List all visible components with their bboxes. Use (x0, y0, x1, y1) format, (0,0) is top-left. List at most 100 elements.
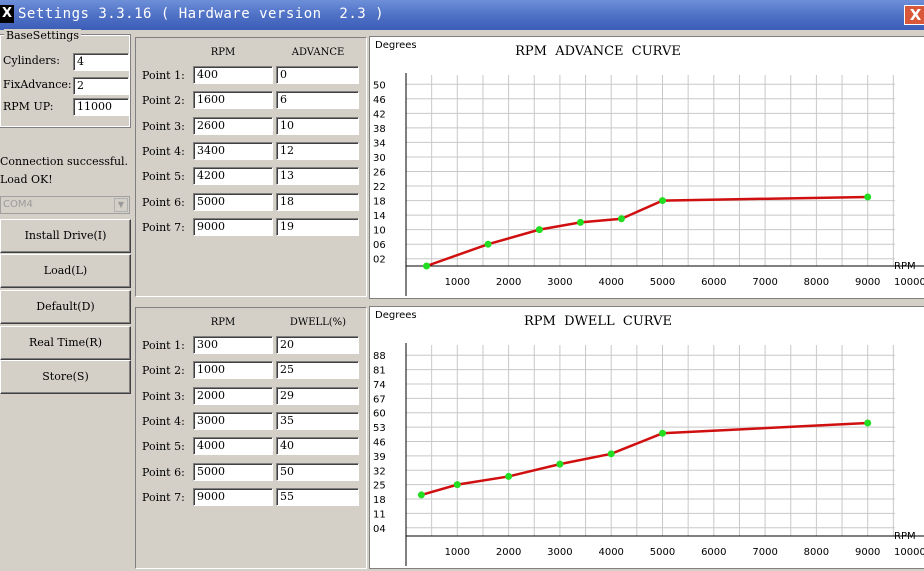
dwell-rpm-header: RPM (210, 317, 236, 328)
dwell-rpm-input[interactable]: 4000 (193, 437, 273, 456)
y-tick-label: 53 (373, 423, 386, 434)
advance-point-label: Point 4: (142, 144, 185, 158)
advance-point-label: Point 5: (142, 170, 185, 184)
dwell-point-label: Point 1: (142, 339, 185, 352)
x-axis-label: RPM (894, 531, 916, 542)
fix-advance-input[interactable]: 2 (73, 77, 129, 95)
advance-rpm-input[interactable]: 9000 (193, 217, 273, 236)
advance-rpm-input[interactable]: 5000 (193, 192, 273, 211)
data-point (423, 262, 431, 270)
x-tick-label: 6000 (701, 547, 726, 558)
dwell-rpm-input[interactable]: 2000 (193, 386, 273, 405)
dwell-rpm-input[interactable]: 1000 (193, 361, 273, 380)
x-tick-label: 1000 (445, 547, 470, 558)
advance-point-label: Point 6: (142, 195, 185, 209)
cylinders-input[interactable]: 4 (73, 53, 129, 71)
dwell-value-input[interactable]: 20 (276, 336, 359, 354)
dwell-value-input[interactable]: 40 (276, 437, 359, 456)
dwell-value-input[interactable]: 50 (276, 462, 359, 481)
x-tick-label: 2000 (496, 547, 521, 558)
dwell-value-input[interactable]: 35 (276, 411, 359, 430)
data-point (453, 481, 461, 489)
advance-value-input[interactable]: 18 (276, 192, 359, 211)
load-status: Load OK! (0, 173, 53, 186)
advance-chart: 02 06 10 14 18 22 26 30 34 38 42 46 50 1000 2000 3000 40… (373, 40, 924, 296)
dwell-table-panel: RPM DWELL(%) Point 1: 300 20 Point 2: 1000 25… (135, 307, 367, 569)
x-tick-label: 4000 (598, 277, 623, 288)
y-tick-label: 50 (373, 80, 386, 91)
data-point (659, 429, 666, 437)
advance-rpm-input[interactable]: 400 (193, 66, 273, 84)
y-axis-label: Degrees (375, 40, 417, 51)
advance-value-input[interactable]: 12 (276, 141, 359, 160)
dwell-value-input[interactable]: 25 (276, 361, 359, 380)
x-tick-label: 8000 (804, 547, 829, 558)
y-tick-label: 88 (373, 351, 386, 362)
y-tick-label: 46 (373, 438, 386, 449)
advance-point-label: Point 1: (142, 69, 185, 82)
load-button[interactable]: Load(L) (0, 254, 131, 288)
x-tick-label: 10000 (894, 277, 924, 288)
store-button[interactable]: Store(S) (0, 360, 131, 394)
dwell-rpm-input[interactable]: 300 (193, 336, 273, 354)
advance-rpm-input[interactable]: 2600 (193, 116, 273, 135)
connection-status: Connection successful. (0, 155, 129, 168)
x-tick-label: 3000 (547, 277, 572, 288)
x-tick-label: 7000 (752, 547, 777, 558)
dwell-rpm-input[interactable]: 5000 (193, 462, 273, 481)
dwell-value-input[interactable]: 55 (276, 487, 359, 506)
advance-rpm-input[interactable]: 4200 (193, 167, 273, 186)
close-button[interactable]: X (904, 5, 924, 25)
window-title: Settings 3.3.16 ( Hardware version 2.3 ) (18, 6, 385, 22)
advance-value-header: ADVANCE (291, 47, 345, 58)
advance-rpm-input[interactable]: 1600 (193, 91, 273, 110)
dwell-rpm-input[interactable]: 9000 (193, 487, 273, 506)
dwell-value-input[interactable]: 29 (276, 386, 359, 405)
y-tick-label: 26 (373, 168, 386, 179)
data-point (417, 491, 425, 499)
advance-point-label: Point 2: (142, 94, 185, 108)
dwell-point-label: Point 5: (142, 440, 185, 454)
y-tick-label: 38 (373, 124, 386, 135)
dwell-chart: 04 11 18 25 32 39 46 53 60 67 74 81 88 1000 2000 3000 40… (373, 310, 924, 566)
data-point (535, 226, 543, 234)
advance-rpm-input[interactable]: 3400 (193, 141, 273, 160)
real-time-button[interactable]: Real Time(R) (0, 326, 131, 360)
x-tick-label: 5000 (650, 547, 675, 558)
advance-value-input[interactable]: 6 (276, 91, 359, 110)
fix-advance-label: FixAdvance: (3, 78, 72, 91)
advance-value-input[interactable]: 0 (276, 66, 359, 84)
dwell-chart-panel: 04 11 18 25 32 39 46 53 60 67 74 81 88 1000 2000 3000 40… (369, 306, 924, 569)
chevron-down-icon[interactable]: ▼ (114, 198, 128, 212)
advance-rpm-header: RPM (210, 47, 236, 58)
app-icon: X (0, 5, 14, 23)
com-port-select[interactable]: COM4 ▼ (0, 196, 130, 214)
x-tick-label: 9000 (855, 277, 880, 288)
y-tick-label: 18 (373, 197, 386, 208)
dwell-point-label: Point 7: (142, 490, 185, 504)
y-axis-label: Degrees (375, 310, 417, 321)
advance-value-input[interactable]: 19 (276, 217, 359, 236)
x-tick-label: 10000 (894, 547, 924, 558)
y-tick-label: 74 (373, 380, 386, 391)
rpm-up-input[interactable]: 11000 (73, 98, 129, 116)
dwell-rpm-input[interactable]: 3000 (193, 411, 273, 430)
com-port-value: COM4 (3, 199, 33, 210)
default-button[interactable]: Default(D) (0, 290, 131, 324)
x-tick-label: 1000 (445, 277, 470, 288)
advance-value-input[interactable]: 13 (276, 167, 359, 186)
x-tick-label: 7000 (752, 277, 777, 288)
dwell-point-label: Point 4: (142, 414, 185, 428)
advance-value-input[interactable]: 10 (276, 116, 359, 135)
y-tick-label: 22 (373, 182, 386, 193)
x-tick-label: 9000 (855, 547, 880, 558)
y-tick-label: 32 (373, 466, 386, 477)
data-point (617, 215, 625, 223)
title-bar: X Settings 3.3.16 ( Hardware version 2.3… (0, 0, 924, 30)
data-point (659, 197, 666, 205)
rpm-up-label: RPM UP: (3, 100, 54, 113)
y-tick-label: 46 (373, 95, 386, 106)
dwell-point-label: Point 2: (142, 364, 185, 378)
dwell-value-header: DWELL(%) (289, 317, 347, 328)
install-drive-button[interactable]: Install Drive(I) (0, 219, 131, 253)
